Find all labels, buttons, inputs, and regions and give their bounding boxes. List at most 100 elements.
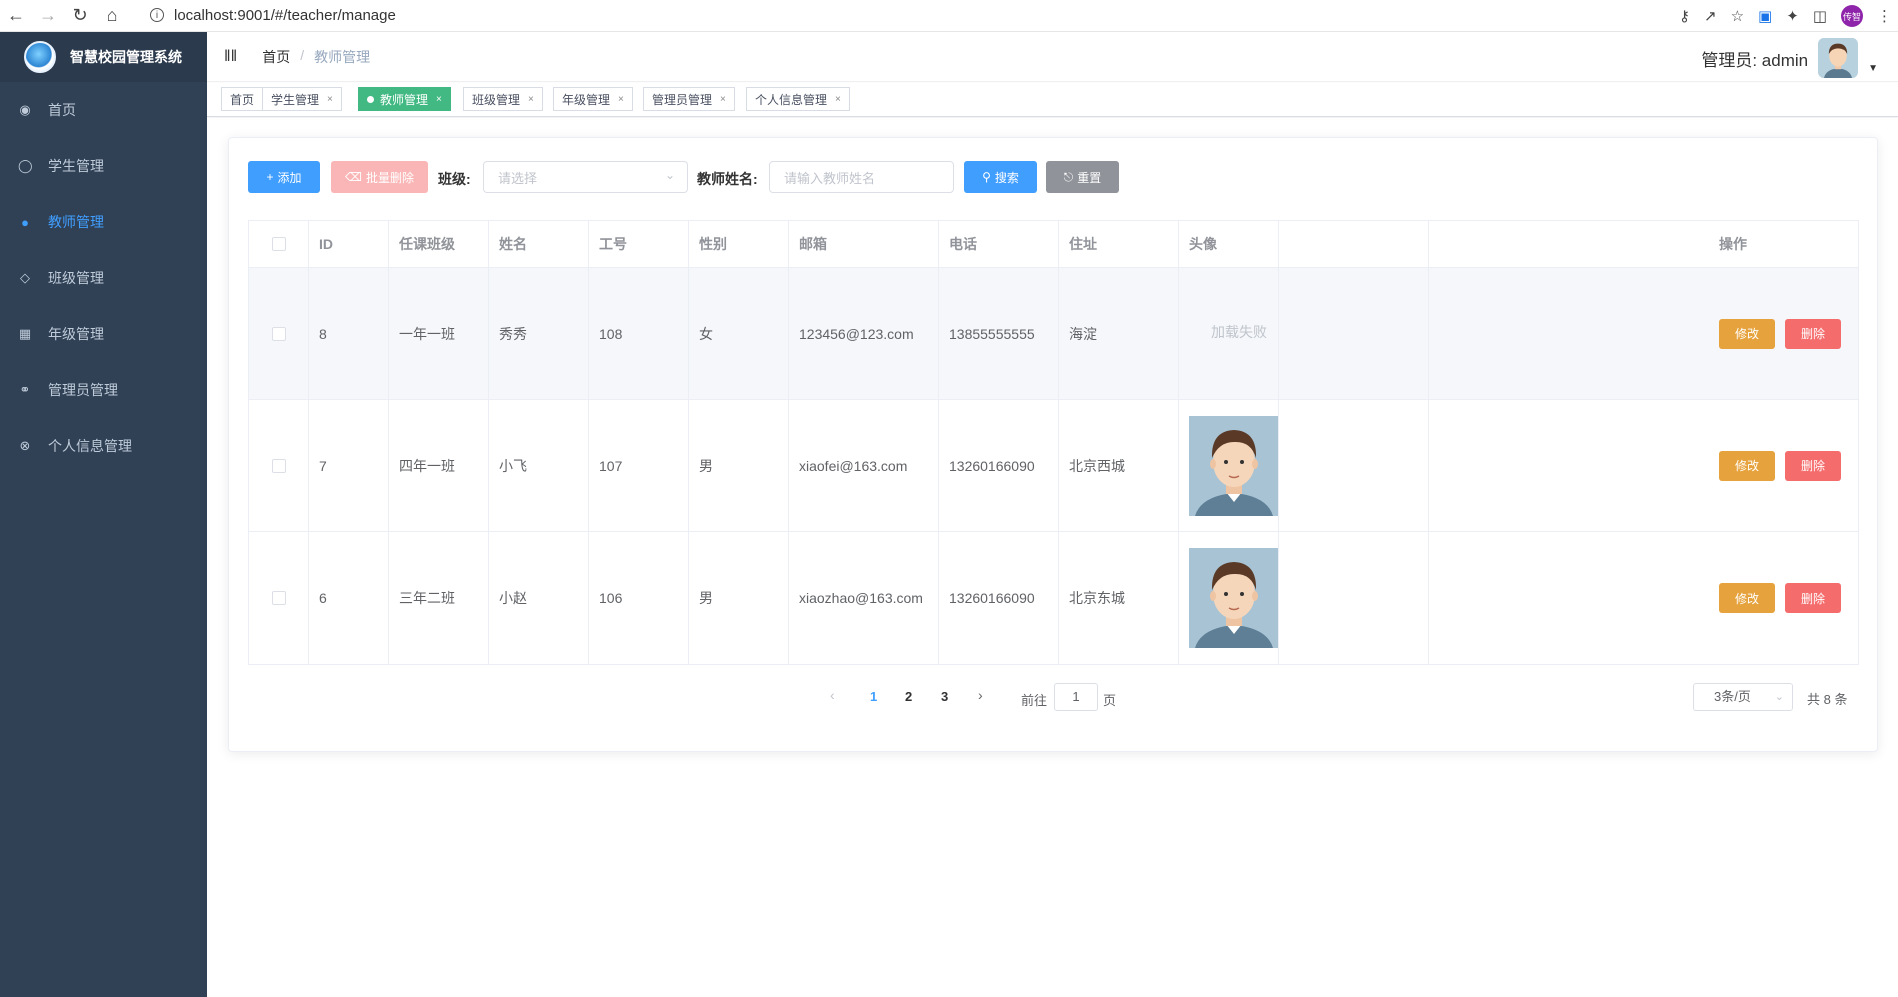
cell-address: 海淀 (1059, 268, 1179, 399)
reload-icon[interactable]: ↻ (64, 0, 96, 32)
address-bar[interactable]: i localhost:9001/#/teacher/manage (140, 2, 1630, 28)
cell-phone: 13260166090 (939, 532, 1059, 664)
tag-classes[interactable]: 班级管理 × (463, 87, 543, 111)
sidebar-item-profile[interactable]: ⊗ 个人信息管理 (0, 418, 207, 474)
add-button[interactable]: + 添加 (248, 161, 320, 193)
checkbox[interactable] (272, 458, 286, 473)
breadcrumb-home[interactable]: 首页 (262, 47, 290, 67)
batch-delete-button[interactable]: ⌫ 批量删除 (331, 161, 428, 193)
tag-students[interactable]: 学生管理 × (262, 87, 342, 111)
key-icon[interactable]: ⚷ (1679, 7, 1690, 25)
pagination: ‹ 1 2 3 › 前往 1 页 (820, 683, 1120, 713)
delete-button[interactable]: 删除 (1785, 583, 1841, 613)
sidebar-item-label: 管理员管理 (48, 382, 118, 398)
close-icon[interactable]: × (327, 94, 333, 105)
table-header: ID 任课班级 姓名 工号 性别 邮箱 电话 住址 头像 操作 (249, 221, 1858, 268)
user-menu[interactable]: 管理员: admin ▼ (1701, 38, 1878, 78)
hamburger-icon[interactable]: ‖‖ (224, 48, 237, 66)
reset-button[interactable]: ⎋ 重置 (1046, 161, 1119, 193)
header-select-all[interactable] (249, 221, 309, 267)
page-size-select[interactable]: 3条/页 ⌄ (1693, 683, 1793, 711)
page-number[interactable]: 3 (941, 689, 948, 704)
sidepanel-icon[interactable]: ◫ (1813, 7, 1827, 25)
extensions-icon[interactable]: ✦ (1786, 7, 1799, 25)
tag-profile[interactable]: 个人信息管理 × (746, 87, 850, 111)
profile-avatar[interactable]: 传智 (1841, 5, 1863, 27)
tag-label: 首页 (230, 92, 255, 107)
checkbox[interactable] (272, 326, 286, 341)
total-count: 共 8 条 (1807, 692, 1848, 707)
delete-button[interactable]: 删除 (1785, 318, 1841, 349)
share-icon[interactable]: ↗ (1704, 7, 1717, 25)
reset-icon: ⎋ (1063, 169, 1074, 184)
breadcrumb-current: 教师管理 (314, 48, 371, 65)
close-icon[interactable]: × (618, 94, 624, 105)
page-size-value: 3条/页 (1714, 689, 1751, 704)
profile-icon: ⊗ (19, 438, 31, 453)
row-select[interactable] (249, 532, 309, 664)
edit-button[interactable]: 修改 (1719, 583, 1775, 613)
goto-prefix: 前往 (1021, 693, 1048, 708)
star-icon[interactable]: ☆ (1731, 7, 1744, 25)
sidebar-item-grades[interactable]: ▦ 年级管理 (0, 306, 207, 362)
search-button[interactable]: ⚲ 搜索 (964, 161, 1037, 193)
browser-toolbar: ← → ↻ ⌂ i localhost:9001/#/teacher/manag… (0, 0, 1898, 32)
row-select[interactable] (249, 400, 309, 531)
sidebar-item-label: 个人信息管理 (48, 438, 132, 454)
header-number: 工号 (589, 221, 689, 267)
brand: 智慧校园管理系统 (0, 32, 207, 82)
checkbox[interactable] (272, 591, 286, 605)
page-number[interactable]: 2 (905, 689, 912, 704)
menu-icon[interactable]: ⋮ (1877, 7, 1892, 25)
tag-teachers[interactable]: 教师管理 × (358, 87, 451, 111)
close-icon[interactable]: × (528, 94, 534, 105)
page-number[interactable]: 1 (870, 689, 877, 704)
edit-button[interactable]: 修改 (1719, 450, 1775, 481)
sidebar-item-students[interactable]: ◯ 学生管理 (0, 138, 207, 194)
sidebar-item-label: 年级管理 (48, 326, 104, 342)
tag-label: 学生管理 (271, 92, 320, 107)
sidebar-item-classes[interactable]: ◇ 班级管理 (0, 250, 207, 306)
tag-label: 教师管理 (380, 92, 429, 107)
teacher-name-input[interactable]: 请输入教师姓名 (769, 161, 954, 193)
close-icon[interactable]: × (720, 94, 726, 105)
tag-home[interactable]: 首页 (221, 87, 264, 111)
search-label: 搜索 (994, 170, 1019, 185)
header-operations-label: 操作 (1719, 236, 1747, 252)
tags-view: 首页 学生管理 × 教师管理 × 班级管理 × 年级管理 × 管理员管理 × 个… (207, 83, 1898, 117)
trash-icon: ⌫ (345, 170, 362, 184)
cell-spacer (1279, 400, 1429, 531)
class-select[interactable]: 请选择 ⌄ (483, 161, 688, 193)
sidebar-item-admins[interactable]: ⚭ 管理员管理 (0, 362, 207, 418)
edit-button[interactable]: 修改 (1719, 318, 1775, 349)
prev-page-icon[interactable]: ‹ (830, 687, 835, 703)
sidebar-item-teachers[interactable]: ● 教师管理 (0, 194, 207, 250)
translate-icon[interactable]: ▣ (1758, 7, 1772, 25)
tag-grades[interactable]: 年级管理 × (553, 87, 633, 111)
goto-page-input[interactable]: 1 (1054, 683, 1098, 711)
row-select[interactable] (249, 268, 309, 399)
plus-icon: + (266, 170, 274, 184)
home-icon[interactable]: ⌂ (96, 0, 128, 32)
tag-icon: ◇ (20, 270, 30, 285)
brand-title: 智慧校园管理系统 (70, 49, 182, 65)
avatar[interactable] (1818, 38, 1859, 78)
close-icon[interactable]: × (835, 94, 841, 105)
cell-address: 北京西城 (1059, 400, 1179, 531)
forward-icon[interactable]: → (32, 0, 64, 32)
back-icon[interactable]: ← (0, 0, 32, 32)
table-row[interactable]: 7 四年一班 小飞 107 男 xiaofei@163.com 13260166… (249, 400, 1858, 532)
sidebar-item-home[interactable]: ◉ 首页 (0, 82, 207, 138)
delete-button[interactable]: 删除 (1785, 450, 1841, 481)
table-row[interactable]: 8 一年一班 秀秀 108 女 123456@123.com 138555555… (249, 268, 1858, 400)
checkbox[interactable] (272, 237, 286, 251)
tag-admins[interactable]: 管理员管理 × (643, 87, 735, 111)
table-row[interactable]: 6 三年二班 小赵 106 男 xiaozhao@163.com 1326016… (249, 532, 1858, 664)
cell-number: 108 (589, 268, 689, 399)
site-info-icon[interactable]: i (150, 8, 164, 22)
close-icon[interactable]: × (436, 94, 442, 105)
header-class: 任课班级 (389, 221, 489, 267)
header-id: ID (309, 221, 389, 267)
cell-gender: 男 (689, 400, 789, 531)
next-page-icon[interactable]: › (978, 687, 983, 703)
